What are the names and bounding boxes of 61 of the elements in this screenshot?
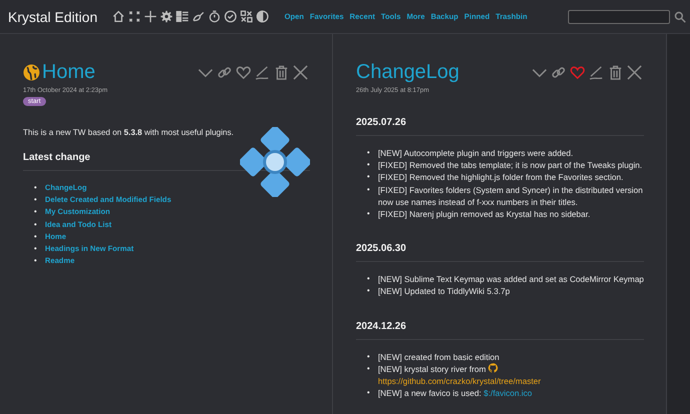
site-title: Krystal Edition [8,8,98,24]
check-circle-icon[interactable] [223,9,238,24]
changelog-entry: [FIXED] Favorites folders (System and Syncer) in the distributed version now use names instead of f-xxx numbers in their titles. [378,184,644,208]
brush-icon[interactable] [191,9,206,24]
close-icon[interactable] [293,65,308,80]
section-heading: Latest change [23,152,90,163]
link-icon[interactable] [551,65,566,80]
changelog-entry: [NEW] Sublime Text Keymap was added and set as CodeMirror Keymap [378,273,644,286]
changelog-entry: [NEW] Updated to TiddlyWiki 5.3.7p [378,285,510,298]
link-icon[interactable] [217,65,232,80]
bullet: • [34,230,38,243]
paragraph: This is a new TW based on 5.3.8 with most useful plugins. [23,128,235,137]
grid-icon[interactable] [239,9,254,24]
timer-icon[interactable] [207,9,222,24]
bullet: • [34,255,38,268]
bullet: • [367,184,371,196]
changelog-entry: [NEW] Autocomplete plugin and triggers were added. [378,147,574,160]
bullet: • [367,159,371,172]
pencil-icon[interactable] [255,65,270,80]
tiddler-title: Home [42,61,96,84]
section-heading: 2025.07.26 [356,117,406,128]
pencil-icon[interactable] [589,65,604,80]
bullet: • [367,273,371,286]
bullet: • [34,182,38,194]
entry-link[interactable]: https://github.com/crazko/krystal/tree/master [378,376,541,386]
home-icon[interactable] [111,9,126,24]
section-heading: 2024.12.26 [356,320,406,332]
bullet: • [367,350,371,363]
plus-icon[interactable] [143,9,158,24]
list-icon[interactable] [175,9,190,24]
trash-icon[interactable] [274,65,289,80]
changelog-entry: [NEW] created from basic edition [378,350,500,363]
bullet: • [34,194,38,206]
changelog-entry: [FIXED] Removed the tabs template; it is now part of the Tweaks plugin. [378,159,642,172]
contrast-icon[interactable] [255,9,270,24]
changelog-entry: [NEW] krystal story river from https://github.com/crazko/krystal/tree/master [378,362,542,388]
bullet: • [367,208,371,220]
cat-silhouette-icon [488,362,498,373]
tiddler-title: ChangeLog [356,61,460,84]
bullet: • [367,147,371,159]
changelog-entry: [NEW] a new favico is used: $:/favicon.ico [378,387,532,400]
bullet: • [367,362,371,375]
close-icon[interactable] [627,65,642,80]
close-all-icon[interactable] [127,9,142,24]
bullet: • [367,285,371,298]
changelog-entry: [FIXED] Removed the highlight.js folder from the Favorites section. [378,171,624,184]
bullet: • [34,243,38,256]
heart-icon[interactable] [570,65,585,80]
search-field[interactable] [568,10,670,24]
bullet: • [367,171,371,184]
entry-link[interactable]: $:/favicon.ico [484,388,532,398]
heart-icon[interactable] [236,65,251,80]
trash-icon[interactable] [608,65,623,80]
section-heading: 2025.06.30 [356,243,406,254]
gear-icon[interactable] [159,9,174,24]
diamond-widget-icon[interactable] [240,127,310,197]
bullet: • [367,387,371,400]
changelog-entry: [FIXED] Narenj plugin removed as Krystal has no sidebar. [378,208,590,220]
bullet: • [34,206,38,218]
search-icon[interactable] [674,10,686,22]
bullet: • [34,218,38,231]
